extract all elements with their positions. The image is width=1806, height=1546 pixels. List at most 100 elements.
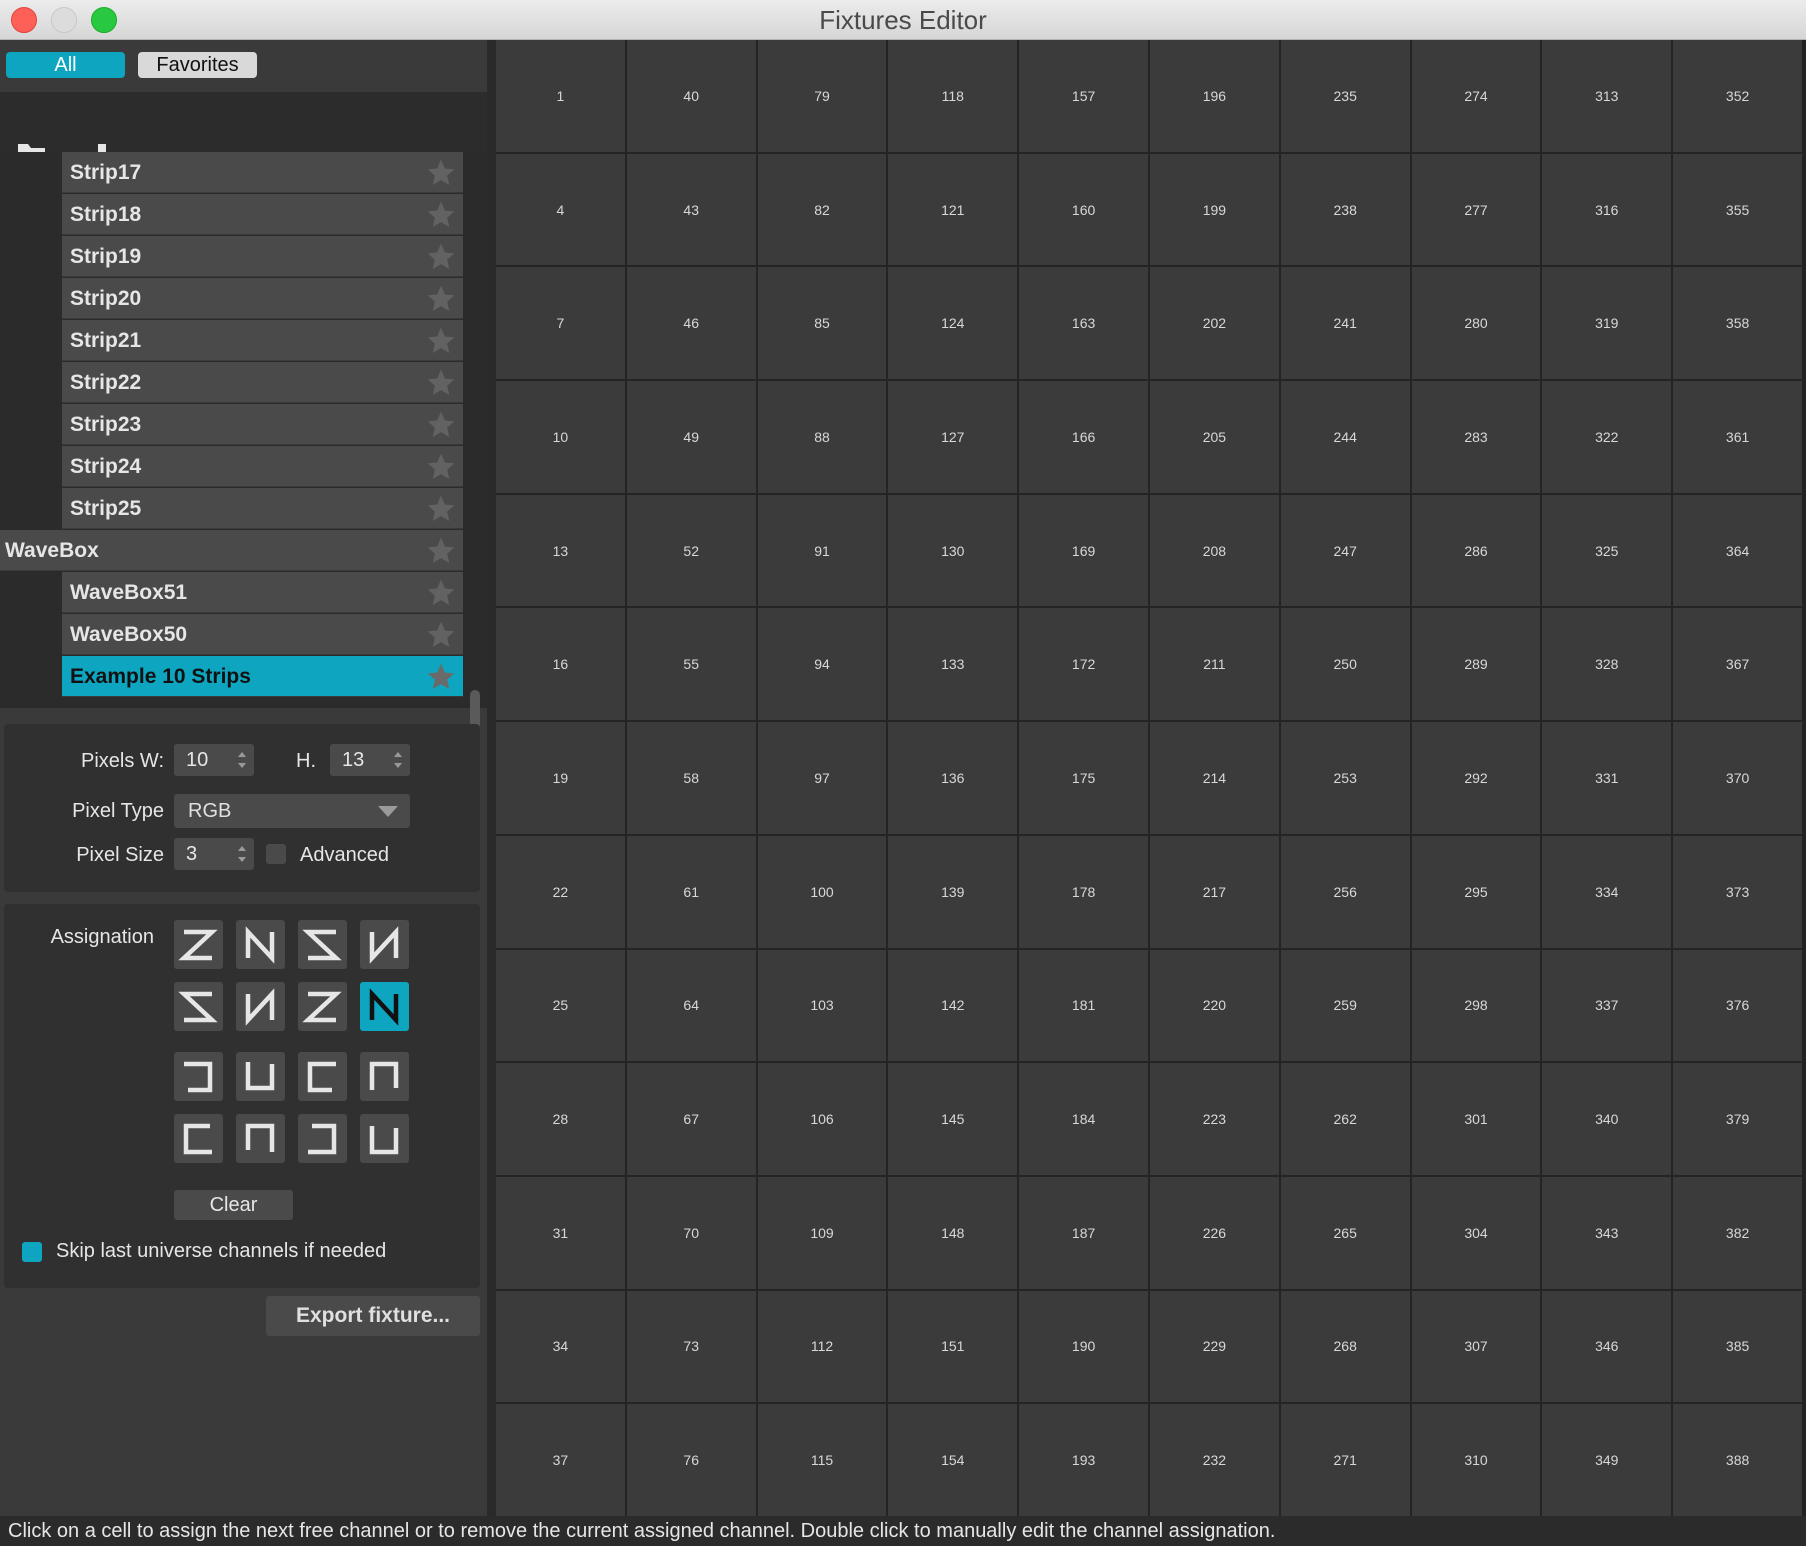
channel-cell[interactable]: 382 [1673, 1176, 1802, 1289]
channel-cell[interactable]: 169 [1019, 494, 1148, 607]
favorite-star-icon[interactable] [425, 325, 457, 357]
assign-zigzag-z-reverse-button[interactable] [298, 920, 347, 969]
favorite-star-icon[interactable] [425, 409, 457, 441]
pixels-w-stepper[interactable]: 10 [174, 744, 254, 776]
channel-cell[interactable]: 112 [757, 1290, 887, 1403]
channel-cell[interactable]: 277 [1411, 153, 1541, 266]
channel-cell[interactable]: 247 [1280, 494, 1410, 607]
channel-cell[interactable]: 376 [1673, 949, 1802, 1062]
fixture-row[interactable]: Strip25 [62, 488, 463, 529]
channel-cell[interactable]: 148 [888, 1176, 1018, 1289]
favorite-star-icon[interactable] [425, 367, 457, 399]
channel-cell[interactable]: 370 [1673, 722, 1802, 834]
channel-cell[interactable]: 304 [1411, 1176, 1541, 1289]
channel-cell[interactable]: 217 [1150, 835, 1279, 948]
channel-cell[interactable]: 301 [1411, 1063, 1541, 1175]
channel-cell[interactable]: 73 [626, 1290, 756, 1403]
channel-cell[interactable]: 355 [1673, 153, 1802, 266]
channel-cell[interactable]: 322 [1542, 381, 1672, 493]
channel-cell[interactable]: 229 [1150, 1290, 1279, 1403]
channel-cell[interactable]: 100 [757, 835, 887, 948]
channel-cell[interactable]: 19 [496, 722, 625, 834]
assign-snake-right-down-button[interactable] [298, 1052, 347, 1101]
channel-cell[interactable]: 283 [1411, 381, 1541, 493]
favorite-star-icon[interactable] [425, 493, 457, 525]
channel-cell[interactable]: 118 [888, 40, 1018, 152]
channel-cell[interactable]: 379 [1673, 1063, 1802, 1175]
fixture-row[interactable]: Strip22 [62, 362, 463, 403]
channel-cell[interactable]: 115 [757, 1404, 887, 1516]
channel-cell[interactable]: 241 [1280, 267, 1410, 380]
fixture-row[interactable]: Strip21 [62, 320, 463, 361]
channel-cell[interactable]: 88 [757, 381, 887, 493]
channel-cell[interactable]: 205 [1150, 381, 1279, 493]
channel-cell[interactable]: 43 [626, 153, 756, 266]
channel-cell[interactable]: 358 [1673, 267, 1802, 380]
channel-cell[interactable]: 334 [1542, 835, 1672, 948]
channel-cell[interactable]: 367 [1673, 608, 1802, 721]
channel-cell[interactable]: 145 [888, 1063, 1018, 1175]
channel-cell[interactable]: 175 [1019, 722, 1148, 834]
fixture-row[interactable]: Strip20 [62, 278, 463, 319]
pixel-size-stepper[interactable]: 3 [174, 838, 254, 870]
channel-cell[interactable]: 313 [1542, 40, 1672, 152]
channel-cell[interactable]: 151 [888, 1290, 1018, 1403]
favorite-star-icon[interactable] [425, 283, 457, 315]
channel-cell[interactable]: 346 [1542, 1290, 1672, 1403]
assign-snake-right-button[interactable] [174, 1114, 223, 1163]
channel-cell[interactable]: 28 [496, 1063, 625, 1175]
channel-cell[interactable]: 256 [1280, 835, 1410, 948]
channel-cell[interactable]: 292 [1411, 722, 1541, 834]
channel-cell[interactable]: 286 [1411, 494, 1541, 607]
assign-zigzag-s-button[interactable] [174, 982, 223, 1031]
channel-cell[interactable]: 364 [1673, 494, 1802, 607]
channel-cell[interactable]: 385 [1673, 1290, 1802, 1403]
channel-cell[interactable]: 172 [1019, 608, 1148, 721]
channel-cell[interactable]: 13 [496, 494, 625, 607]
favorite-star-icon[interactable] [425, 535, 457, 567]
channel-cell[interactable]: 331 [1542, 722, 1672, 834]
channel-grid[interactable]: 1 40 79 118 157 196 235 274 313 352 4 43 82 121 160 199… [496, 40, 1802, 1516]
fixture-list[interactable]: Strip17 Strip18 Strip19 Strip20 Strip21 Strip… [0, 152, 487, 708]
channel-cell[interactable]: 31 [496, 1176, 625, 1289]
channel-cell[interactable]: 388 [1673, 1404, 1802, 1516]
channel-cell[interactable]: 136 [888, 722, 1018, 834]
channel-cell[interactable]: 103 [757, 949, 887, 1062]
channel-cell[interactable]: 184 [1019, 1063, 1148, 1175]
export-fixture-button[interactable]: Export fixture... [266, 1296, 480, 1336]
assign-zigzag-n-button[interactable] [236, 920, 285, 969]
channel-cell[interactable]: 58 [626, 722, 756, 834]
channel-cell[interactable]: 1 [496, 40, 625, 152]
channel-cell[interactable]: 196 [1150, 40, 1279, 152]
favorite-star-icon[interactable] [425, 241, 457, 273]
fixture-row[interactable]: WaveBox51 [62, 572, 463, 613]
channel-cell[interactable]: 4 [496, 153, 625, 266]
channel-cell[interactable]: 163 [1019, 267, 1148, 380]
favorite-star-icon[interactable] [425, 199, 457, 231]
channel-cell[interactable]: 25 [496, 949, 625, 1062]
channel-cell[interactable]: 64 [626, 949, 756, 1062]
channel-cell[interactable]: 160 [1019, 153, 1148, 266]
channel-cell[interactable]: 94 [757, 608, 887, 721]
tab-all[interactable]: All [6, 52, 125, 78]
channel-cell[interactable]: 130 [888, 494, 1018, 607]
channel-cell[interactable]: 337 [1542, 949, 1672, 1062]
channel-cell[interactable]: 298 [1411, 949, 1541, 1062]
channel-cell[interactable]: 340 [1542, 1063, 1672, 1175]
channel-cell[interactable]: 61 [626, 835, 756, 948]
assign-snake-left-down-button[interactable] [174, 1052, 223, 1101]
channel-cell[interactable]: 109 [757, 1176, 887, 1289]
channel-cell[interactable]: 259 [1280, 949, 1410, 1062]
channel-cell[interactable]: 244 [1280, 381, 1410, 493]
assign-zigzag-n-up-button[interactable] [236, 982, 285, 1031]
channel-cell[interactable]: 49 [626, 381, 756, 493]
channel-cell[interactable]: 22 [496, 835, 625, 948]
channel-cell[interactable]: 265 [1280, 1176, 1410, 1289]
channel-cell[interactable]: 361 [1673, 381, 1802, 493]
assign-zigzag-s-reverse-button[interactable] [298, 982, 347, 1031]
channel-cell[interactable]: 52 [626, 494, 756, 607]
assign-zigzag-z-button[interactable] [174, 920, 223, 969]
skip-channels-checkbox[interactable] [22, 1242, 42, 1262]
fixture-row[interactable]: Strip18 [62, 194, 463, 235]
favorite-star-icon[interactable] [425, 661, 457, 693]
